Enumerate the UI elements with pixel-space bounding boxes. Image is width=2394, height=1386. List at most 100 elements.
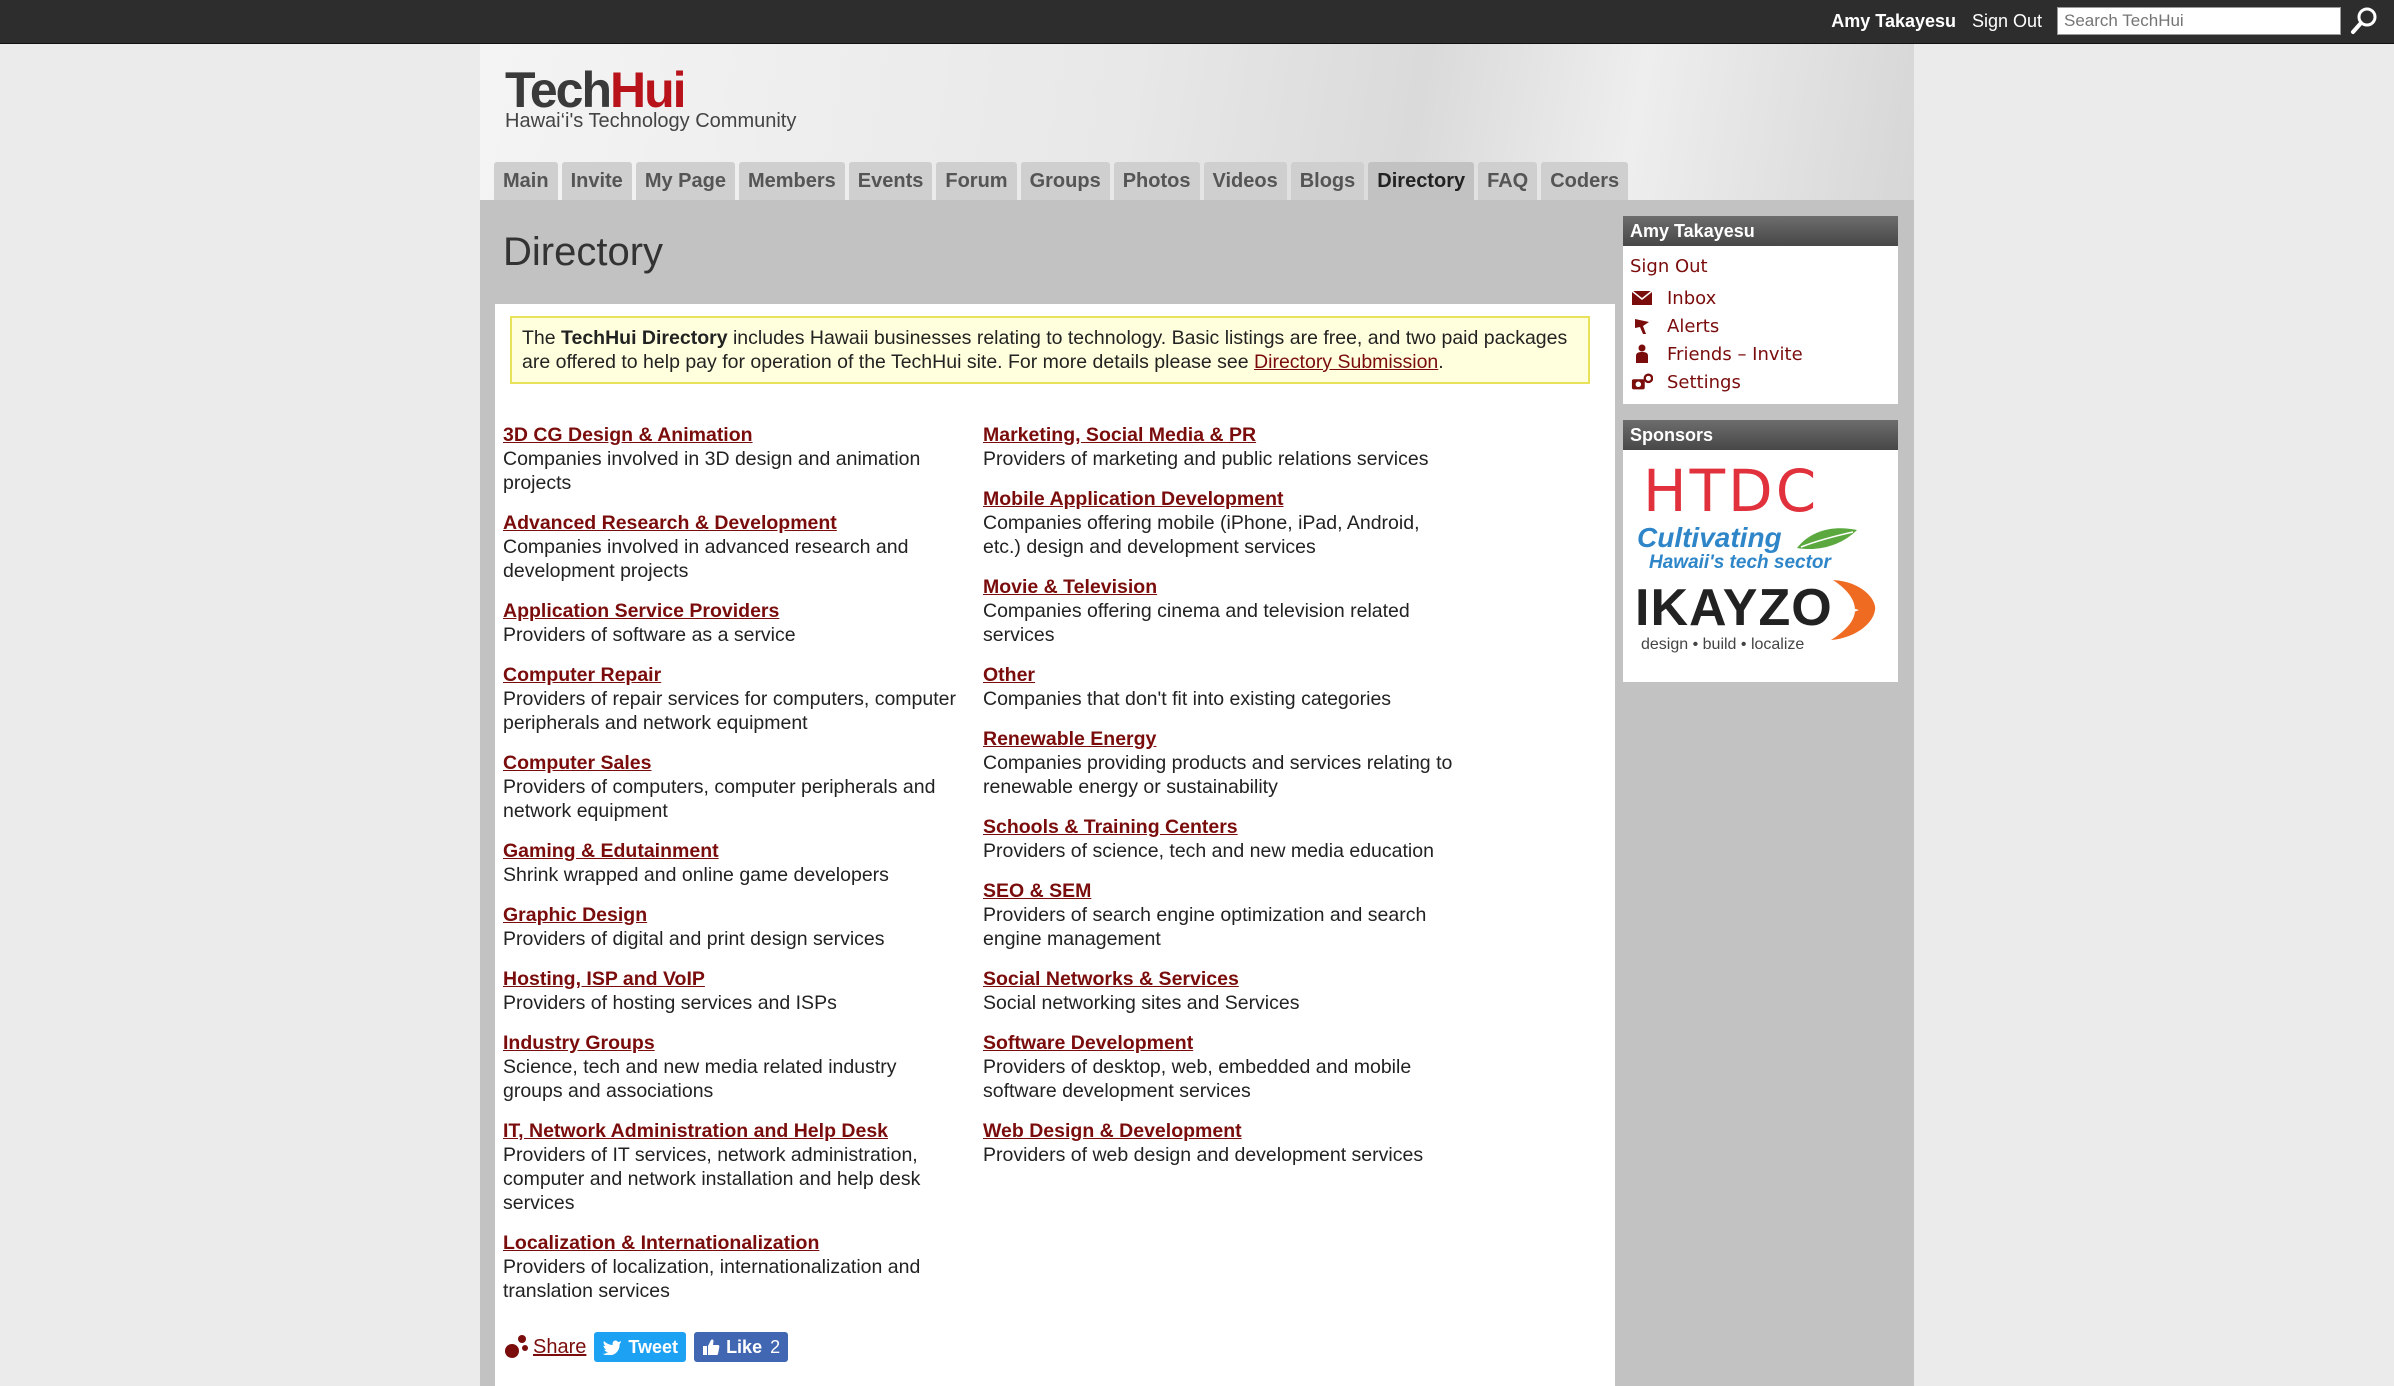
category-description: Companies involved in advanced research … bbox=[503, 536, 909, 582]
category-entry: Gaming & Edutainment Shrink wrapped and o… bbox=[503, 839, 958, 887]
category-link[interactable]: Computer Sales bbox=[503, 751, 958, 775]
user-link-friends[interactable]: Friends – Invite bbox=[1631, 340, 1803, 368]
friends-invite-link[interactable]: Friends – Invite bbox=[1667, 344, 1803, 365]
category-description: Providers of software as a service bbox=[503, 624, 796, 646]
category-entry: Other Companies that don't fit into exist… bbox=[983, 663, 1453, 711]
twitter-bird-icon bbox=[602, 1340, 622, 1355]
thumbs-up-icon bbox=[703, 1339, 720, 1355]
category-link[interactable]: Movie & Television bbox=[983, 575, 1453, 599]
title-bar: Directory bbox=[495, 220, 1615, 304]
category-entry: Computer Sales Providers of computers, co… bbox=[503, 751, 958, 823]
htdc-sponsor-logo[interactable]: HTDC Cultivating Hawaii's tech sector bbox=[1635, 457, 1875, 573]
category-description: Providers of IT services, network admini… bbox=[503, 1144, 921, 1214]
category-link[interactable]: 3D CG Design & Animation bbox=[503, 423, 958, 447]
category-link[interactable]: Software Development bbox=[983, 1031, 1453, 1055]
topbar-sign-out-link[interactable]: Sign Out bbox=[1972, 11, 2042, 32]
htdc-line1: Cultivating bbox=[1637, 522, 1782, 553]
category-link[interactable]: Schools & Training Centers bbox=[983, 815, 1453, 839]
sponsors-title: Sponsors bbox=[1623, 420, 1898, 450]
category-description: Social networking sites and Services bbox=[983, 992, 1300, 1014]
directory-notice: The TechHui Directory includes Hawaii bu… bbox=[510, 316, 1590, 384]
category-entry: Web Design & Development Providers of web… bbox=[983, 1119, 1453, 1167]
alerts-link[interactable]: Alerts bbox=[1667, 316, 1719, 337]
category-description: Providers of localization, international… bbox=[503, 1256, 921, 1302]
category-column-right: Marketing, Social Media & PR Providers of… bbox=[983, 423, 1453, 1183]
category-entry: IT, Network Administration and Help Desk… bbox=[503, 1119, 958, 1215]
category-description: Providers of web design and development … bbox=[983, 1144, 1424, 1166]
category-description: Providers of repair services for compute… bbox=[503, 688, 956, 734]
tab-groups[interactable]: Groups bbox=[1020, 162, 1110, 200]
category-description: Companies offering cinema and television… bbox=[983, 600, 1410, 646]
settings-link[interactable]: Settings bbox=[1667, 372, 1741, 393]
tab-coders[interactable]: Coders bbox=[1541, 162, 1629, 200]
user-link-alerts[interactable]: Alerts bbox=[1631, 312, 1803, 340]
category-link[interactable]: Hosting, ISP and VoIP bbox=[503, 967, 958, 991]
search-input[interactable] bbox=[2057, 7, 2341, 35]
leaf-icon bbox=[1797, 528, 1857, 550]
topbar-user-name[interactable]: Amy Takayesu bbox=[1831, 11, 1956, 32]
category-entry: Hosting, ISP and VoIP Providers of hostin… bbox=[503, 967, 958, 1015]
share-icon[interactable] bbox=[503, 1333, 529, 1361]
category-link[interactable]: Industry Groups bbox=[503, 1031, 958, 1055]
category-link[interactable]: Social Networks & Services bbox=[983, 967, 1453, 991]
category-entry: Computer Repair Providers of repair servi… bbox=[503, 663, 958, 735]
category-link[interactable]: Other bbox=[983, 663, 1453, 687]
htdc-name: HTDC bbox=[1643, 457, 1820, 525]
ikayzo-name: IKAYZO bbox=[1635, 579, 1833, 637]
category-link[interactable]: SEO & SEM bbox=[983, 879, 1453, 903]
notice-prefix: The bbox=[522, 327, 562, 349]
like-count: 2 bbox=[770, 1336, 781, 1357]
category-link[interactable]: Advanced Research & Development bbox=[503, 511, 958, 535]
tab-my-page[interactable]: My Page bbox=[635, 162, 735, 200]
envelope-icon bbox=[1631, 288, 1653, 308]
techhui-logo[interactable]: TechHui Hawai‘i's Technology Community bbox=[505, 62, 796, 133]
main-content: Directory The TechHui Directory includes… bbox=[495, 220, 1615, 1386]
tab-forum[interactable]: Forum bbox=[936, 162, 1017, 200]
person-icon bbox=[1631, 344, 1653, 364]
tab-videos[interactable]: Videos bbox=[1203, 162, 1287, 200]
category-link[interactable]: Gaming & Edutainment bbox=[503, 839, 958, 863]
category-entry: Advanced Research & Development Companies… bbox=[503, 511, 958, 583]
share-link[interactable]: Share bbox=[533, 1336, 586, 1359]
tab-photos[interactable]: Photos bbox=[1113, 162, 1200, 200]
category-link[interactable]: Localization & Internationalization bbox=[503, 1231, 958, 1255]
user-link-settings[interactable]: Settings bbox=[1631, 368, 1803, 396]
directory-submission-link[interactable]: Directory Submission bbox=[1254, 351, 1438, 373]
sidebar-sign-out-link[interactable]: Sign Out bbox=[1630, 256, 1708, 277]
user-box: Amy Takayesu Sign Out Inbox Alerts Frien… bbox=[1623, 216, 1898, 404]
tab-events[interactable]: Events bbox=[848, 162, 933, 200]
ikayzo-arrow-icon bbox=[1831, 580, 1876, 640]
category-entry: Software Development Providers of desktop… bbox=[983, 1031, 1453, 1103]
site-header: TechHui Hawai‘i's Technology Community M… bbox=[480, 44, 1914, 200]
search-icon[interactable] bbox=[2350, 5, 2380, 37]
category-link[interactable]: Application Service Providers bbox=[503, 599, 958, 623]
page-title: Directory bbox=[503, 230, 664, 274]
category-link[interactable]: Renewable Energy bbox=[983, 727, 1453, 751]
tab-members[interactable]: Members bbox=[738, 162, 845, 200]
category-entry: Mobile Application Development Companies … bbox=[983, 487, 1453, 559]
tab-invite[interactable]: Invite bbox=[561, 162, 632, 200]
category-link[interactable]: IT, Network Administration and Help Desk bbox=[503, 1119, 958, 1143]
inbox-link[interactable]: Inbox bbox=[1667, 288, 1716, 309]
category-entry: 3D CG Design & Animation Companies involv… bbox=[503, 423, 958, 495]
tab-blogs[interactable]: Blogs bbox=[1290, 162, 1365, 200]
category-entry: Marketing, Social Media & PR Providers of… bbox=[983, 423, 1453, 471]
tweet-button[interactable]: Tweet bbox=[594, 1332, 687, 1362]
category-link[interactable]: Computer Repair bbox=[503, 663, 958, 687]
user-link-inbox[interactable]: Inbox bbox=[1631, 284, 1803, 312]
category-link[interactable]: Graphic Design bbox=[503, 903, 958, 927]
tab-faq[interactable]: FAQ bbox=[1478, 162, 1538, 200]
ikayzo-sponsor-logo[interactable]: IKAYZO design • build • localize bbox=[1635, 578, 1885, 674]
category-link[interactable]: Marketing, Social Media & PR bbox=[983, 423, 1453, 447]
category-description: Companies that don't fit into existing c… bbox=[983, 688, 1392, 710]
facebook-like-button[interactable]: Like 2 bbox=[694, 1332, 789, 1362]
category-description: Providers of desktop, web, embedded and … bbox=[983, 1056, 1412, 1102]
category-description: Providers of marketing and public relati… bbox=[983, 448, 1429, 470]
category-link[interactable]: Web Design & Development bbox=[983, 1119, 1453, 1143]
tab-directory[interactable]: Directory bbox=[1368, 162, 1475, 200]
tab-main[interactable]: Main bbox=[494, 162, 558, 200]
category-description: Companies providing products and service… bbox=[983, 752, 1453, 798]
category-entry: Localization & Internationalization Provi… bbox=[503, 1231, 958, 1303]
share-bar: Share Tweet Like 2 bbox=[503, 1332, 796, 1362]
category-link[interactable]: Mobile Application Development bbox=[983, 487, 1453, 511]
